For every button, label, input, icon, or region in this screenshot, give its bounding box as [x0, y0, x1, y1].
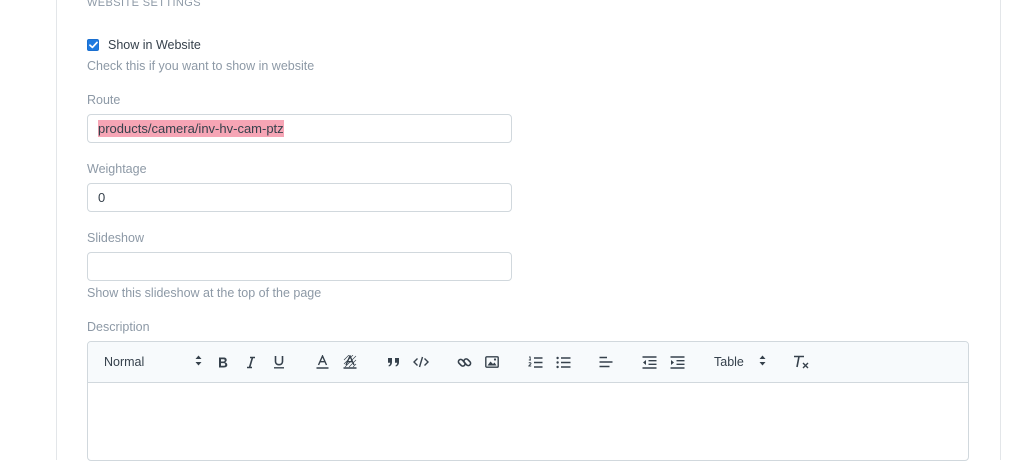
editor-toolbar: Normal Table	[88, 342, 968, 383]
weightage-value: 0	[98, 190, 106, 205]
format-select[interactable]: Normal	[104, 342, 202, 382]
show-in-website-label[interactable]: Show in Website	[108, 38, 201, 52]
slideshow-input[interactable]	[87, 252, 512, 281]
bullet-list-icon[interactable]	[554, 342, 572, 382]
link-icon[interactable]	[455, 342, 473, 382]
slideshow-help: Show this slideshow at the top of the pa…	[87, 286, 322, 300]
description-editor[interactable]: Normal Table	[87, 341, 969, 461]
description-label: Description	[87, 320, 150, 334]
editor-content-area[interactable]	[88, 383, 968, 460]
align-icon[interactable]	[597, 342, 615, 382]
background-color-icon[interactable]	[341, 342, 359, 382]
format-select-value: Normal	[104, 355, 145, 369]
select-arrows-icon	[195, 353, 202, 371]
weightage-label: Weightage	[87, 162, 147, 176]
image-icon[interactable]	[483, 342, 501, 382]
weightage-input[interactable]: 0	[87, 183, 512, 212]
clear-formatting-icon[interactable]	[792, 342, 810, 382]
table-select[interactable]: Table	[714, 342, 774, 382]
route-value: products/camera/inv-hv-cam-ptz	[98, 120, 284, 137]
show-in-website-row[interactable]: Show in Website	[87, 38, 201, 52]
text-color-icon[interactable]	[313, 342, 331, 382]
checkmark-icon	[88, 41, 98, 49]
indent-icon[interactable]	[668, 342, 686, 382]
bold-icon[interactable]	[214, 342, 232, 382]
outdent-icon[interactable]	[640, 342, 658, 382]
page: WEBSITE SETTINGS Show in Website Check t…	[0, 0, 1020, 461]
slideshow-label: Slideshow	[87, 231, 144, 245]
show-in-website-help: Check this if you want to show in websit…	[87, 59, 315, 73]
code-block-icon[interactable]	[412, 342, 430, 382]
select-arrows-icon	[759, 353, 766, 371]
section-title: WEBSITE SETTINGS	[87, 0, 201, 9]
show-in-website-checkbox[interactable]	[87, 39, 99, 51]
ordered-list-icon[interactable]	[526, 342, 544, 382]
italic-icon[interactable]	[242, 342, 260, 382]
table-select-value: Table	[714, 355, 744, 369]
route-label: Route	[87, 93, 121, 107]
route-input[interactable]: products/camera/inv-hv-cam-ptz	[87, 114, 512, 143]
underline-icon[interactable]	[270, 342, 288, 382]
blockquote-icon[interactable]	[384, 342, 402, 382]
